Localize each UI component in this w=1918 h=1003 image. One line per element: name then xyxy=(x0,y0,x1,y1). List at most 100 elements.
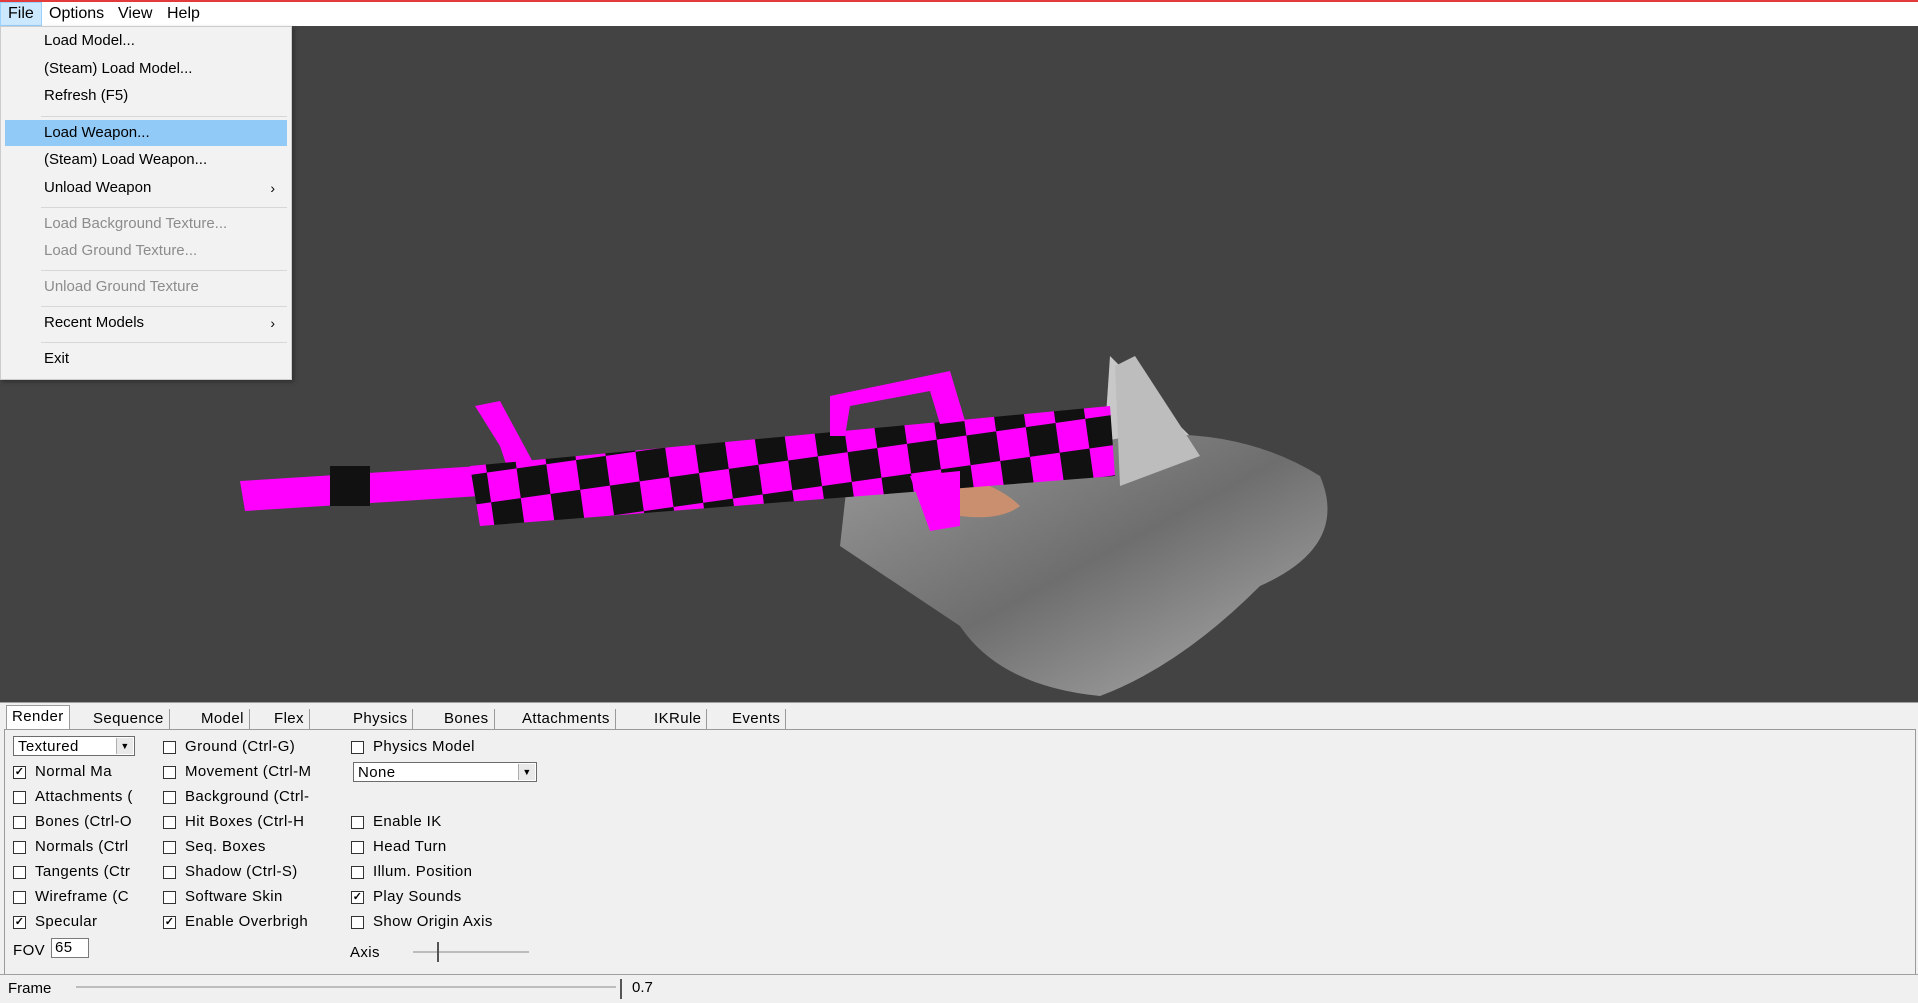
tab-model[interactable]: Model xyxy=(196,709,250,729)
frame-slider-track[interactable] xyxy=(76,986,616,988)
menu-item-load-weapon[interactable]: Load Weapon... xyxy=(5,120,287,146)
checkbox-box xyxy=(163,791,176,804)
axis-length-label: Axis xyxy=(350,944,380,961)
tab-sequence[interactable]: Sequence xyxy=(88,709,170,729)
checkbox-box xyxy=(351,866,364,879)
checkbox-box xyxy=(351,816,364,829)
menu-item-label: Recent Models xyxy=(44,314,145,331)
checkbox-label: Normal Ma xyxy=(35,763,112,780)
tab-physics[interactable]: Physics xyxy=(348,709,414,729)
checkbox-shadow[interactable]: Shadow (Ctrl-S) xyxy=(163,862,353,882)
menu-view[interactable]: View xyxy=(111,3,159,25)
tab-flex[interactable]: Flex xyxy=(269,709,310,729)
checkbox-box: ✓ xyxy=(13,916,26,929)
checkbox-show-origin-axis[interactable]: Show Origin Axis xyxy=(351,912,551,932)
tab-bones[interactable]: Bones xyxy=(439,709,495,729)
checkbox-box xyxy=(13,866,26,879)
menu-item-refresh[interactable]: Refresh (F5) xyxy=(5,83,287,109)
axis-length-slider-thumb[interactable] xyxy=(437,942,439,962)
checkbox-seq-boxes[interactable]: Seq. Boxes xyxy=(163,837,353,857)
menu-separator xyxy=(41,270,287,271)
menu-item-unload-ground-texture: Unload Ground Texture xyxy=(44,278,199,295)
checkbox-hit-boxes[interactable]: Hit Boxes (Ctrl-H xyxy=(163,812,353,832)
checkbox-physics-model[interactable]: Physics Model xyxy=(351,737,551,757)
checkbox-label: Ground (Ctrl-G) xyxy=(185,738,296,755)
checkbox-label: Illum. Position xyxy=(373,863,473,880)
checkbox-illum-position[interactable]: Illum. Position xyxy=(351,862,551,882)
frame-bar: Frame 0.7 xyxy=(0,974,1918,1003)
checkbox-box xyxy=(351,841,364,854)
checkbox-normals[interactable]: Normals (Ctrl xyxy=(13,837,163,857)
checkbox-normal-map[interactable]: ✓ Normal Ma xyxy=(13,762,163,782)
physics-select-value: None xyxy=(358,764,396,781)
checkbox-label: Physics Model xyxy=(373,738,475,755)
checkbox-box xyxy=(351,741,364,754)
checkbox-box xyxy=(163,866,176,879)
checkbox-label: Movement (Ctrl-M xyxy=(185,763,312,780)
checkbox-software-skin[interactable]: Software Skin xyxy=(163,887,353,907)
checkbox-tangents[interactable]: Tangents (Ctr xyxy=(13,862,163,882)
checkbox-play-sounds[interactable]: ✓ Play Sounds xyxy=(351,887,551,907)
render-mode-select[interactable]: Textured ▼ xyxy=(13,736,135,756)
checkbox-label: Attachments ( xyxy=(35,788,133,805)
checkbox-box xyxy=(13,816,26,829)
chevron-right-icon: › xyxy=(270,180,275,196)
checkbox-label: Show Origin Axis xyxy=(373,913,493,930)
render-mode-value: Textured xyxy=(18,738,79,755)
fov-label: FOV xyxy=(13,942,46,959)
checkbox-wireframe[interactable]: Wireframe (C xyxy=(13,887,163,907)
checkbox-box: ✓ xyxy=(163,916,176,929)
checkbox-box xyxy=(163,741,176,754)
menu-item-steam-load-model[interactable]: (Steam) Load Model... xyxy=(5,56,287,82)
axis-length-slider-track[interactable] xyxy=(413,951,529,953)
checkbox-background[interactable]: Background (Ctrl- xyxy=(163,787,353,807)
checkbox-label: Seq. Boxes xyxy=(185,838,266,855)
checkbox-attachments[interactable]: Attachments ( xyxy=(13,787,163,807)
menu-item-load-model[interactable]: Load Model... xyxy=(5,28,287,54)
tab-ikrule[interactable]: IKRule xyxy=(649,709,708,729)
checkbox-enable-overbright[interactable]: ✓ Enable Overbrigh xyxy=(163,912,353,932)
checkbox-label: Normals (Ctrl xyxy=(35,838,129,855)
menu-separator xyxy=(41,306,287,307)
menu-item-unload-weapon[interactable]: Unload Weapon › xyxy=(5,175,287,201)
checkbox-bones[interactable]: Bones (Ctrl-O xyxy=(13,812,163,832)
tab-render[interactable]: Render xyxy=(6,705,70,730)
checkbox-ground[interactable]: Ground (Ctrl-G) xyxy=(163,737,353,757)
menu-options[interactable]: Options xyxy=(42,3,111,25)
checkbox-label: Tangents (Ctr xyxy=(35,863,131,880)
file-dropdown-menu: Load Model... (Steam) Load Model... Refr… xyxy=(0,26,292,380)
physics-select[interactable]: None ▼ xyxy=(353,762,537,782)
dropdown-arrow-icon: ▼ xyxy=(116,738,133,754)
checkbox-label: Hit Boxes (Ctrl-H xyxy=(185,813,305,830)
checkbox-movement[interactable]: Movement (Ctrl-M xyxy=(163,762,353,782)
frame-value: 0.7 xyxy=(632,979,653,996)
checkbox-box xyxy=(13,841,26,854)
checkbox-label: Wireframe (C xyxy=(35,888,129,905)
checkbox-box xyxy=(163,816,176,829)
checkbox-label: Specular xyxy=(35,913,98,930)
checkbox-label: Enable IK xyxy=(373,813,442,830)
menu-item-label: Unload Weapon xyxy=(44,179,152,196)
tab-events[interactable]: Events xyxy=(727,709,787,729)
checkbox-box xyxy=(13,791,26,804)
checkbox-box xyxy=(163,841,176,854)
checkbox-box: ✓ xyxy=(351,891,364,904)
menu-item-load-ground-texture: Load Ground Texture... xyxy=(44,242,198,259)
checkbox-label: Software Skin xyxy=(185,888,283,905)
checkbox-enable-ik[interactable]: Enable IK xyxy=(351,812,551,832)
frame-slider-thumb[interactable] xyxy=(620,979,622,999)
checkbox-specular[interactable]: ✓ Specular xyxy=(13,912,163,932)
checkbox-head-turn[interactable]: Head Turn xyxy=(351,837,551,857)
menu-item-exit[interactable]: Exit xyxy=(5,346,287,372)
frame-label: Frame xyxy=(8,980,52,997)
menu-bar: File Options View Help xyxy=(0,2,1918,26)
menu-item-recent-models[interactable]: Recent Models › xyxy=(5,310,287,336)
menu-item-steam-load-weapon[interactable]: (Steam) Load Weapon... xyxy=(5,147,287,173)
checkbox-label: Enable Overbrigh xyxy=(185,913,309,930)
menu-help[interactable]: Help xyxy=(160,3,207,25)
menu-file[interactable]: File xyxy=(0,2,42,26)
fov-input[interactable]: 65 xyxy=(51,938,89,958)
chevron-right-icon: › xyxy=(270,315,275,331)
render-tab-page: Textured ▼ ✓ Normal Ma Attachments ( Bone… xyxy=(4,729,1916,975)
tab-attachments[interactable]: Attachments xyxy=(517,709,616,729)
